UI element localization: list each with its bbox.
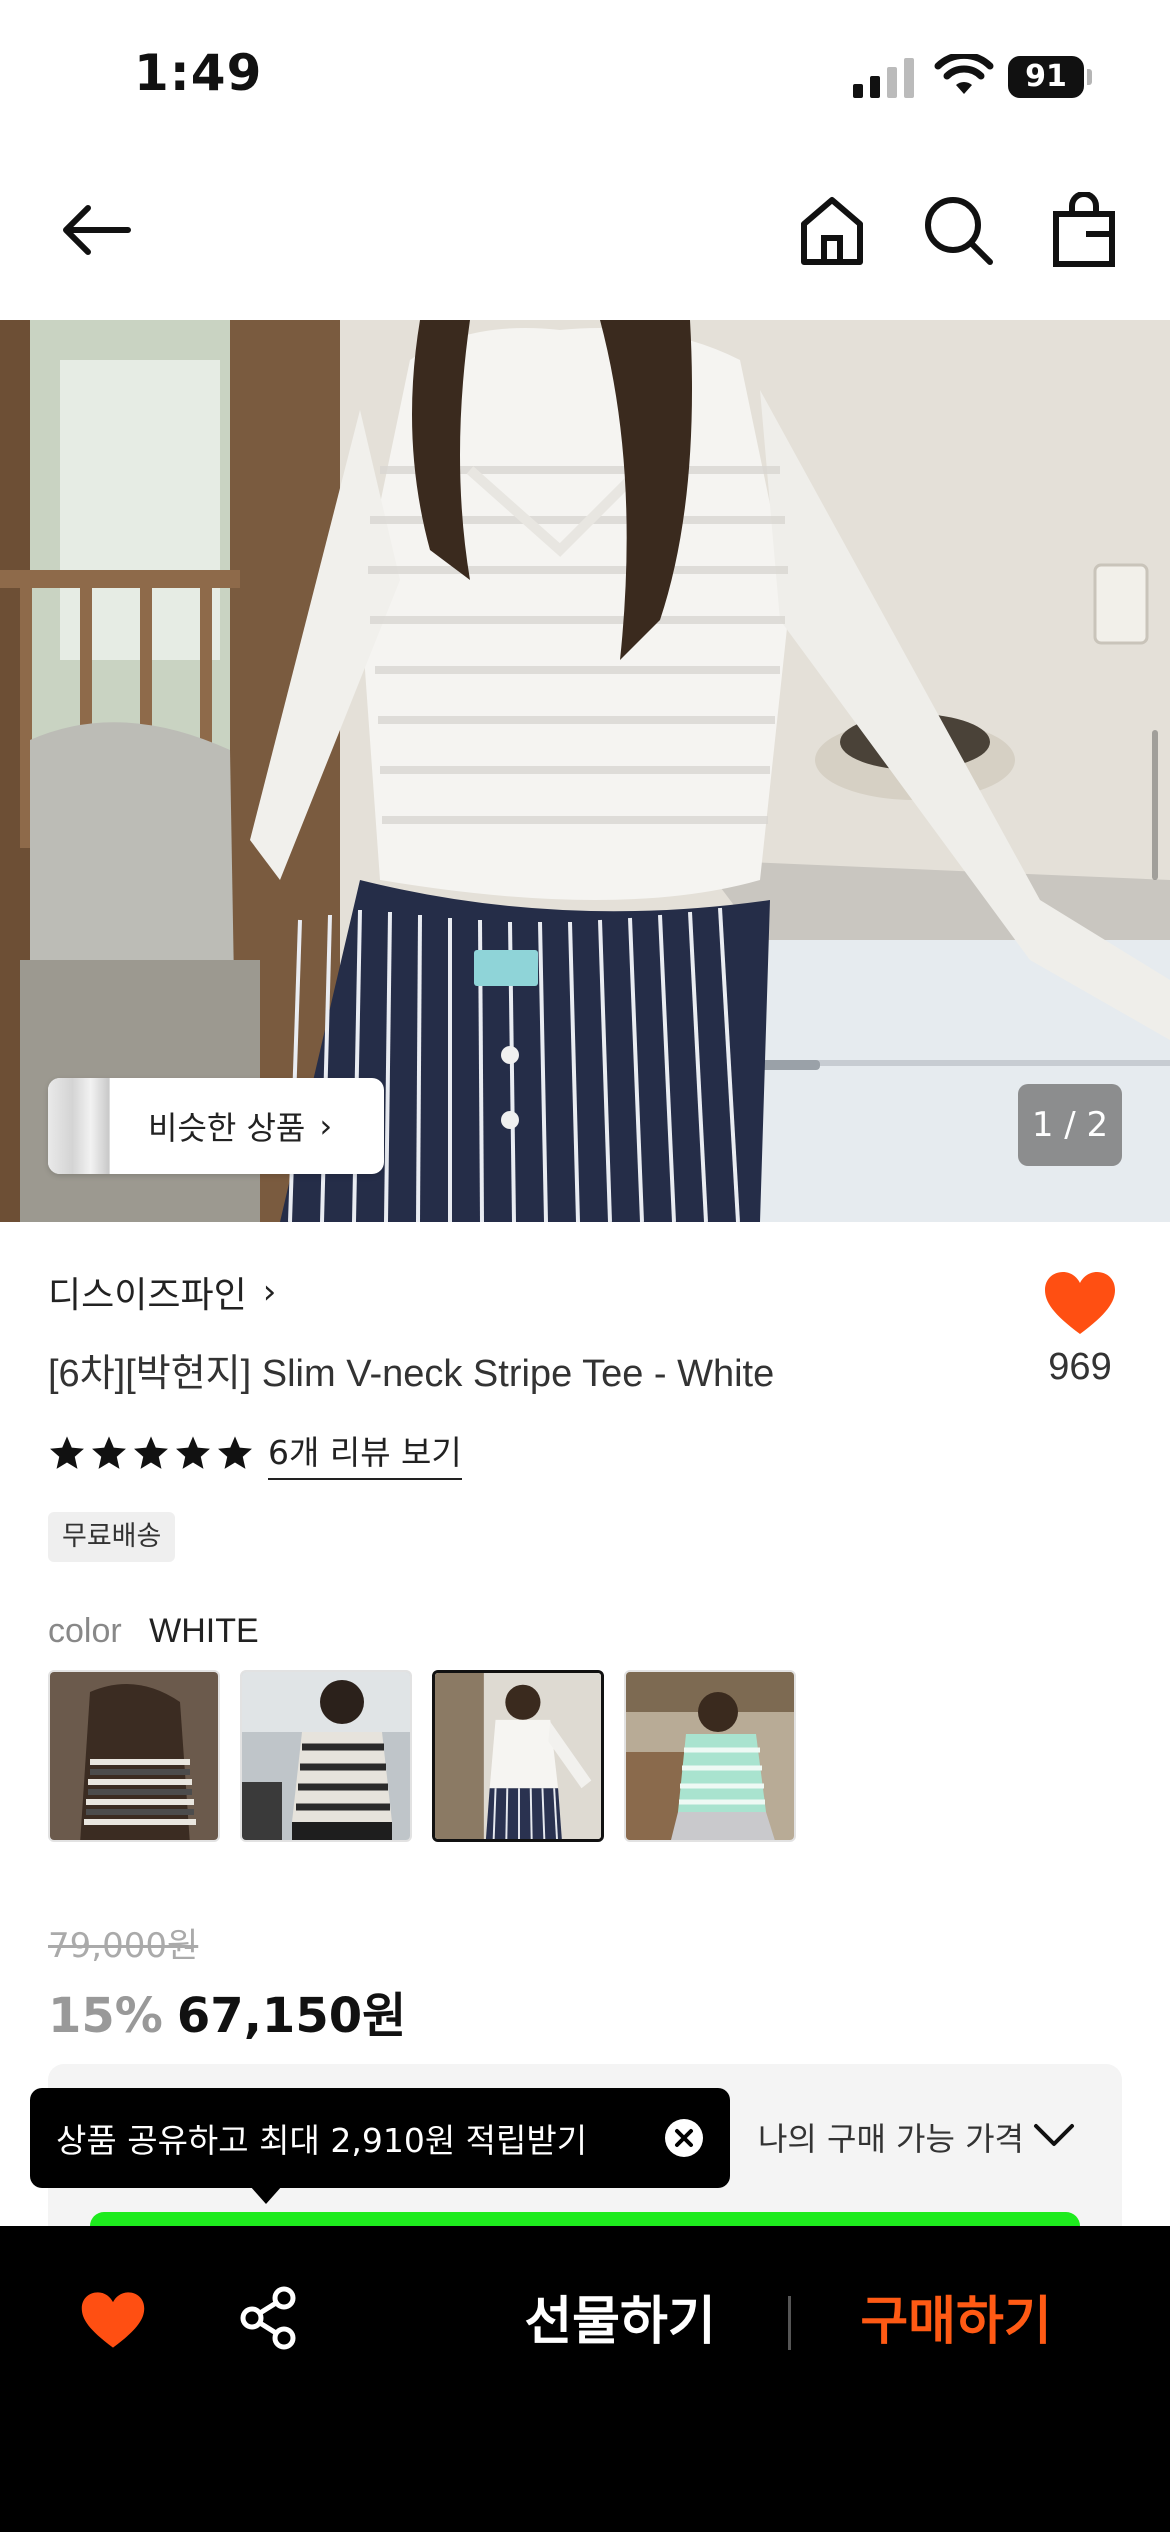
like-button[interactable]: 969 (1030, 1270, 1130, 1389)
color-swatch-selected[interactable] (432, 1670, 604, 1842)
rating-row: 6개 리뷰 보기 (48, 1426, 462, 1480)
share-reward-tooltip[interactable]: 상품 공유하고 최대 2,910원 적립받기 (30, 2088, 730, 2188)
swatch-image (242, 1672, 410, 1840)
heart-icon[interactable] (80, 2290, 146, 2350)
wifi-icon (934, 54, 994, 94)
chevron-right-icon: › (262, 1272, 277, 1312)
battery-level: 91 (1008, 56, 1084, 98)
star-icon (50, 1436, 84, 1469)
home-icon[interactable] (794, 192, 870, 268)
back-arrow-icon[interactable] (58, 192, 134, 268)
star-icon (134, 1436, 168, 1469)
brand-name: 디스이즈파인 (48, 1275, 247, 1316)
top-navigation (0, 180, 1170, 320)
buy-button[interactable]: 구매하기 (836, 2274, 1076, 2370)
swatch-image (50, 1672, 218, 1840)
search-icon[interactable] (920, 192, 996, 268)
color-label: color (48, 1612, 122, 1650)
status-bar: 1:49 91 (0, 0, 1170, 150)
battery-indicator: 91 (1008, 56, 1092, 98)
color-swatch[interactable] (48, 1670, 220, 1842)
similar-product-thumbnail (48, 1078, 110, 1174)
color-swatches (48, 1670, 796, 1842)
product-title: [6차][박현지] Slim V-neck Stripe Tee - White (48, 1353, 775, 1395)
similar-products-button[interactable]: 비슷한 상품 › (48, 1078, 384, 1174)
color-swatch[interactable] (240, 1670, 412, 1842)
color-selection-label: color WHITE (48, 1612, 259, 1651)
free-shipping-badge: 무료배송 (48, 1512, 176, 1562)
color-swatch[interactable] (624, 1670, 796, 1842)
discount-rate: 15% (48, 1988, 163, 2044)
cellular-signal-icon (853, 58, 914, 98)
swatch-image (626, 1672, 794, 1840)
chevron-down-icon (1034, 2124, 1074, 2146)
close-icon[interactable] (664, 2118, 704, 2158)
share-icon[interactable] (238, 2286, 298, 2350)
image-scrollbar[interactable] (1152, 730, 1158, 880)
heart-icon (1045, 1272, 1115, 1334)
review-link[interactable]: 6개 리뷰 보기 (268, 1426, 462, 1480)
color-value: WHITE (149, 1612, 259, 1650)
sale-price: 67,150원 (176, 1988, 407, 2044)
star-icon (92, 1436, 126, 1469)
star-icon (176, 1436, 210, 1469)
similar-products-label: 비슷한 상품 (148, 1109, 306, 1147)
star-icon (218, 1436, 252, 1469)
my-price-label: 나의 구매 가능 가격 (757, 2120, 1024, 2158)
original-price: 79,000원 (48, 1926, 199, 1966)
tooltip-pointer (250, 2186, 282, 2204)
price-row: 15% 67,150원 (48, 1976, 406, 2046)
brand-link[interactable]: 디스이즈파인 › (48, 1266, 276, 1318)
status-time: 1:49 (134, 44, 263, 102)
divider (788, 2296, 791, 2350)
chevron-right-icon: › (319, 1107, 333, 1145)
swatch-image (435, 1673, 601, 1839)
image-page-counter: 1 / 2 (1018, 1084, 1122, 1166)
tooltip-text: 상품 공유하고 최대 2,910원 적립받기 (56, 2121, 588, 2160)
star-rating (48, 1434, 254, 1472)
bottom-action-bar: 선물하기 구매하기 (0, 2226, 1170, 2532)
like-count: 969 (1048, 1346, 1112, 1388)
gift-button[interactable]: 선물하기 (500, 2274, 740, 2370)
shopping-bag-icon[interactable] (1046, 192, 1122, 268)
battery-nub (1087, 69, 1092, 85)
